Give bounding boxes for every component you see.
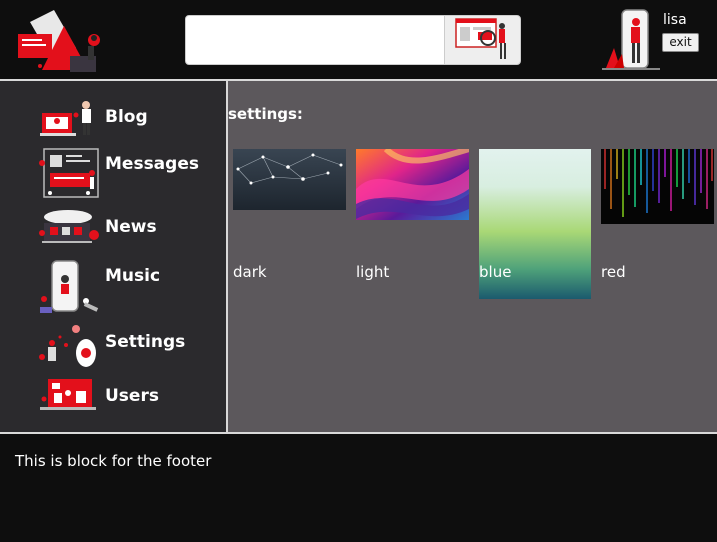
sidebar-item-label: Music [105, 266, 161, 286]
red-theme-thumbnail [601, 149, 714, 224]
settings-panel: settings: dark light blue red [228, 81, 717, 432]
messages-icon [39, 148, 99, 198]
users-icon [40, 379, 96, 410]
footer: This is block for the footer [0, 434, 717, 542]
sidebar-item-label: Blog [105, 107, 148, 127]
exit-button[interactable]: exit [662, 33, 699, 52]
sidebar-item-users[interactable]: Users [38, 377, 218, 413]
search-button[interactable] [444, 15, 521, 65]
sidebar-item-blog[interactable]: Blog [38, 99, 218, 139]
theme-option-light[interactable] [356, 146, 470, 220]
sidebar-item-settings[interactable]: Settings [38, 323, 218, 371]
light-theme-thumbnail [356, 146, 470, 220]
theme-option-dark[interactable] [233, 149, 347, 210]
music-icon [40, 260, 99, 313]
sidebar-item-label: News [105, 217, 157, 237]
theme-option-red[interactable] [601, 149, 715, 224]
search-input[interactable] [185, 15, 445, 65]
page-title: settings: [228, 105, 303, 123]
theme-label-light: light [356, 263, 390, 281]
sidebar-item-music[interactable]: Music [38, 259, 218, 315]
theme-label-blue: blue [479, 263, 512, 281]
username: lisa [663, 12, 687, 28]
theme-label-red: red [601, 263, 626, 281]
news-icon [39, 210, 99, 243]
search-illustration-icon [454, 18, 506, 59]
sidebar-item-label: Users [105, 386, 159, 406]
user-illustration-icon [602, 9, 660, 70]
header: lisa exit [0, 0, 717, 79]
logo[interactable] [16, 8, 106, 74]
user-avatar [602, 8, 662, 72]
sidebar-item-label: Settings [105, 332, 186, 352]
dark-theme-thumbnail [233, 149, 346, 210]
footer-text: This is block for the footer [15, 452, 212, 470]
logo-illustration-icon [18, 10, 100, 72]
theme-label-dark: dark [233, 263, 267, 281]
blog-icon [40, 101, 91, 136]
sidebar-item-messages[interactable]: Messages [38, 147, 218, 201]
settings-icon [39, 325, 96, 367]
sidebar: Blog Messages News Music Settings Users [0, 81, 226, 432]
sidebar-item-label: Messages [105, 154, 199, 174]
sidebar-item-news[interactable]: News [38, 207, 218, 249]
